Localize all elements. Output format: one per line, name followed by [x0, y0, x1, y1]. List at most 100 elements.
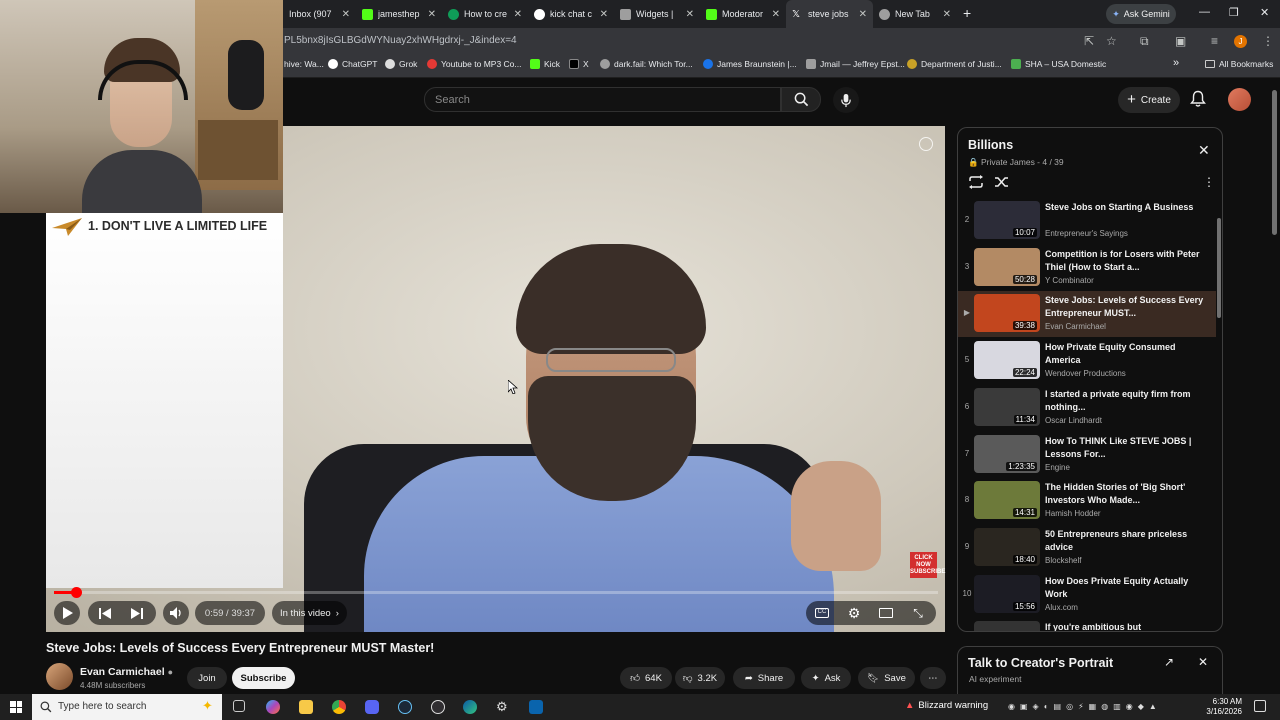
subscribe-button[interactable]: Subscribe	[232, 667, 295, 689]
browser-tab[interactable]: 𝕏 steve jobs ✕	[786, 0, 873, 28]
bookmark-item[interactable]: Department of Justi...	[907, 59, 1002, 69]
bookmark-item[interactable]: dark.fail: Which Tor...	[600, 59, 693, 69]
close-icon[interactable]: ✕	[342, 9, 350, 20]
fullscreen-button[interactable]: ⤡	[908, 601, 928, 625]
channel-avatar[interactable]	[46, 663, 73, 690]
playlist-item-thumbnail[interactable]: 11:34	[974, 387, 1040, 426]
copilot-icon[interactable]	[266, 700, 280, 714]
taskbar-clock[interactable]: 6:30 AM 3/16/2026	[1200, 697, 1242, 717]
playlist-item-thumbnail[interactable]: 1:23:35	[974, 434, 1040, 473]
outlook-icon[interactable]	[529, 700, 543, 714]
search-input[interactable]: Search	[424, 87, 781, 112]
dislike-button[interactable]: 👎︎ 3.2K	[675, 667, 725, 689]
close-icon[interactable]: ✕	[772, 9, 780, 20]
ask-button[interactable]: ✦ Ask	[801, 667, 851, 689]
voice-search-button[interactable]	[833, 87, 859, 113]
bookmark-item[interactable]: Youtube to MP3 Co...	[427, 59, 522, 69]
system-tray-icons[interactable]: ◉▣◈◐▤◎⚡▦◍▥◉◆▲	[1008, 702, 1162, 711]
bookmark-item[interactable]: Kick	[530, 59, 560, 69]
file-explorer-icon[interactable]	[299, 700, 313, 714]
notifications-icon[interactable]	[1254, 700, 1266, 712]
steam-icon[interactable]	[398, 700, 412, 714]
playlist-item[interactable]: If you're ambitious but	[958, 618, 1216, 631]
profile-avatar[interactable]: J	[1234, 35, 1247, 48]
browser-tab[interactable]: Widgets | ✕	[614, 0, 700, 28]
menu-icon[interactable]: ≡	[1211, 34, 1218, 48]
bookmark-item[interactable]: Jmail — Jeffrey Epst...	[806, 59, 905, 69]
playlist-item[interactable]: 8 14:31 The Hidden Stories of 'Big Short' …	[958, 478, 1216, 524]
install-icon[interactable]: ⇱	[1084, 34, 1094, 48]
playlist-item-thumbnail[interactable]: 10:07	[974, 201, 1040, 239]
close-icon[interactable]: ✕	[514, 9, 522, 20]
previous-button[interactable]	[94, 601, 116, 625]
taskbar-search-input[interactable]: Type here to search ✦	[32, 694, 222, 720]
loop-icon[interactable]	[968, 175, 984, 189]
close-icon[interactable]: ✕	[859, 9, 867, 20]
channel-name[interactable]: Evan Carmichael ●	[80, 666, 173, 678]
close-icon[interactable]: ✕	[943, 9, 951, 20]
playlist-item-thumbnail[interactable]	[974, 621, 1040, 631]
join-button[interactable]: Join	[187, 667, 227, 689]
search-button[interactable]	[781, 87, 821, 112]
captions-button[interactable]: CC	[812, 601, 832, 625]
playlist-item-thumbnail[interactable]: 39:38	[974, 294, 1040, 333]
close-icon[interactable]: ✕	[600, 9, 608, 20]
in-this-video-chapters[interactable]: In this video ›	[272, 601, 347, 625]
bookmark-item[interactable]: SHA – USA Domestic	[1011, 59, 1106, 69]
playlist-item-title[interactable]: How Private Equity Consumed America	[1045, 341, 1205, 367]
close-icon[interactable]: ✕	[686, 9, 694, 20]
close-icon[interactable]: ✕	[1198, 655, 1208, 669]
browser-tab[interactable]: jamesthep ✕	[356, 0, 442, 28]
playlist-title[interactable]: Billions	[968, 138, 1013, 152]
play-button[interactable]	[54, 601, 80, 625]
discord-icon[interactable]	[365, 700, 379, 714]
save-button[interactable]: 🔖︎ Save	[858, 667, 915, 689]
subscribe-watermark[interactable]: CLICK NOW SUBSCRIBE	[910, 552, 945, 578]
bookmark-star-icon[interactable]: ☆	[1106, 34, 1117, 48]
create-button[interactable]: + Create	[1118, 87, 1180, 113]
seek-bar[interactable]	[54, 587, 938, 598]
bookmark-item[interactable]: hive: Wa...	[284, 59, 324, 69]
like-button[interactable]: 👍︎ 64K	[620, 667, 672, 689]
more-bookmarks-icon[interactable]: »	[1173, 57, 1179, 69]
sidepanel-icon[interactable]: ▣	[1175, 34, 1186, 48]
browser-tab[interactable]: Inbox (907 ✕	[283, 0, 356, 28]
settings-button[interactable]: ⚙	[844, 601, 864, 625]
share-button[interactable]: ➦ Share	[733, 667, 795, 689]
open-external-icon[interactable]: ↗	[1164, 655, 1174, 669]
playlist-item-thumbnail[interactable]: 18:40	[974, 527, 1040, 566]
page-scrollbar[interactable]	[1272, 90, 1277, 235]
account-avatar[interactable]	[1228, 88, 1251, 111]
bookmark-item[interactable]: James Braunstein |...	[703, 59, 797, 69]
new-tab-button[interactable]: +	[963, 5, 971, 21]
playlist-item[interactable]: 9 18:40 50 Entrepreneurs share priceless a…	[958, 525, 1216, 571]
playlist-item-title[interactable]: If you're ambitious but	[1045, 621, 1205, 631]
ask-gemini-button[interactable]: ✦ Ask Gemini	[1106, 4, 1176, 24]
maximize-button[interactable]: ❐	[1229, 6, 1239, 19]
close-icon[interactable]: ✕	[1198, 142, 1210, 159]
more-options-icon[interactable]: ⋮	[1203, 175, 1215, 189]
minimize-button[interactable]: —	[1199, 6, 1210, 18]
all-bookmarks-folder[interactable]: All Bookmarks	[1205, 59, 1273, 69]
playlist-item[interactable]: 7 1:23:35 How To THINK Like STEVE JOBS | L…	[958, 432, 1216, 478]
playlist-item[interactable]: 10 15:56 How Does Private Equity Actually …	[958, 572, 1216, 618]
playlist-item-title[interactable]: Steve Jobs: Levels of Success Every Entr…	[1045, 294, 1205, 320]
settings-icon[interactable]: ⚙	[496, 700, 510, 714]
bookmark-item[interactable]: ChatGPT	[328, 59, 377, 69]
edge-icon[interactable]	[463, 700, 477, 714]
playlist-item-title[interactable]: How Does Private Equity Actually Work	[1045, 575, 1205, 601]
playlist-item-thumbnail[interactable]: 15:56	[974, 574, 1040, 613]
playlist-item-thumbnail[interactable]: 50:28	[974, 247, 1040, 286]
theater-mode-button[interactable]	[876, 601, 896, 625]
shuffle-icon[interactable]	[994, 175, 1010, 189]
kebab-menu-icon[interactable]: ⋮	[1262, 34, 1274, 48]
volume-button[interactable]	[163, 601, 189, 625]
playlist-item-thumbnail[interactable]: 14:31	[974, 481, 1040, 520]
windows-start-icon[interactable]	[10, 701, 22, 713]
task-view-icon[interactable]	[233, 700, 245, 712]
address-bar[interactable]: PL5bnx8jIsGLBGdWYNuay2xhWHgdrxj-_J&index…	[284, 35, 517, 46]
browser-tab[interactable]: Moderator ✕	[700, 0, 786, 28]
playlist-item[interactable]: 5 22:24 How Private Equity Consumed Americ…	[958, 338, 1216, 384]
playlist-item-title[interactable]: Steve Jobs on Starting A Business	[1045, 201, 1205, 214]
chrome-icon[interactable]	[332, 700, 346, 714]
